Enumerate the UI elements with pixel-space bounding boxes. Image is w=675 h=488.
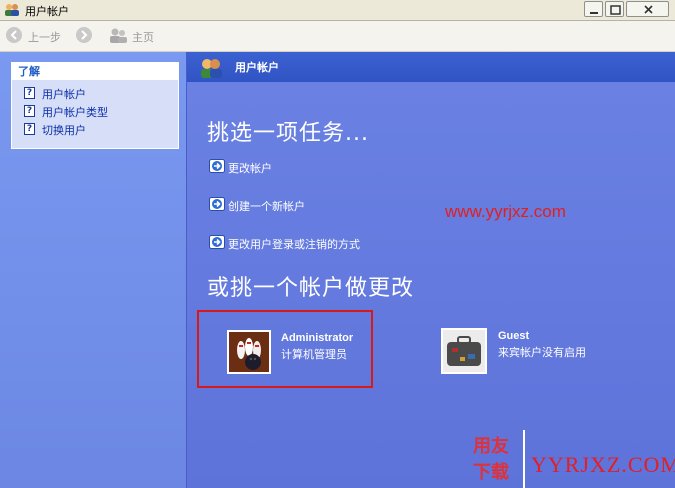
left-pane: 了解 ? 用户帐户 ? 用户帐户类型 ? 切换用户: [0, 52, 186, 488]
title-bar: 用户帐户: [0, 0, 675, 21]
user-accounts-icon: [201, 59, 222, 78]
account-name: Guest: [498, 330, 530, 342]
maximize-button[interactable]: [605, 1, 624, 17]
pick-task-heading: 挑选一项任务...: [207, 121, 369, 146]
arrow-right-icon: [209, 159, 225, 173]
account-description: 计算机管理员: [281, 348, 347, 361]
home-users-icon: [110, 28, 127, 43]
help-icon: ?: [24, 105, 35, 117]
help-icon: ?: [24, 87, 35, 99]
learn-about-box: 了解 ? 用户帐户 ? 用户帐户类型 ? 切换用户: [11, 62, 179, 149]
main-pane: 用户帐户 挑选一项任务... 更改帐户 创建一个新帐户 更改用户登录或注销的方式…: [186, 52, 675, 488]
arrow-right-icon: [209, 197, 225, 211]
logo-badge: 用友 下载: [471, 430, 523, 488]
pick-account-heading: 或挑一个帐户做更改: [207, 276, 415, 301]
window-title: 用户帐户: [25, 5, 69, 18]
header-title: 用户帐户: [235, 61, 279, 74]
forward-button[interactable]: [74, 25, 96, 47]
account-guest[interactable]: Guest 来宾帐户没有启用: [441, 328, 641, 378]
header-bar: 用户帐户: [187, 52, 675, 82]
suitcase-icon: [441, 328, 487, 374]
bowling-icon: [227, 330, 271, 374]
forward-arrow-icon: [76, 27, 92, 43]
minimize-button[interactable]: [584, 1, 603, 17]
watermark-url: www.yyrjxz.com: [445, 202, 566, 221]
logo-divider: [523, 430, 525, 488]
account-description: 来宾帐户没有启用: [498, 346, 586, 359]
logo-badge-top: 用友: [473, 436, 509, 457]
home-button[interactable]: 主页: [106, 25, 166, 47]
back-button[interactable]: 上一步: [4, 25, 66, 47]
home-label: 主页: [132, 31, 154, 44]
account-name: Administrator: [281, 332, 354, 344]
back-label: 上一步: [28, 31, 61, 44]
close-button[interactable]: [626, 1, 669, 17]
site-logo: 用友 下载 YYRJXZ.COM: [471, 430, 675, 488]
logo-badge-bottom: 下载: [473, 462, 509, 483]
account-administrator[interactable]: Administrator 计算机管理员: [197, 310, 373, 388]
sidebar-item-switch-user[interactable]: ? 切换用户: [12, 120, 178, 138]
sidebar-item-account-types[interactable]: ? 用户帐户类型: [12, 102, 178, 120]
logo-brand-text: YYRJXZ.COM: [531, 452, 675, 477]
sidebar-item-user-accounts[interactable]: ? 用户帐户: [12, 84, 178, 102]
toolbar: 上一步 主页: [0, 21, 675, 52]
learn-about-heading: 了解: [12, 63, 178, 80]
back-arrow-icon: [6, 27, 22, 43]
user-accounts-icon: [5, 4, 19, 16]
help-icon: ?: [24, 123, 35, 135]
arrow-right-icon: [209, 235, 225, 249]
